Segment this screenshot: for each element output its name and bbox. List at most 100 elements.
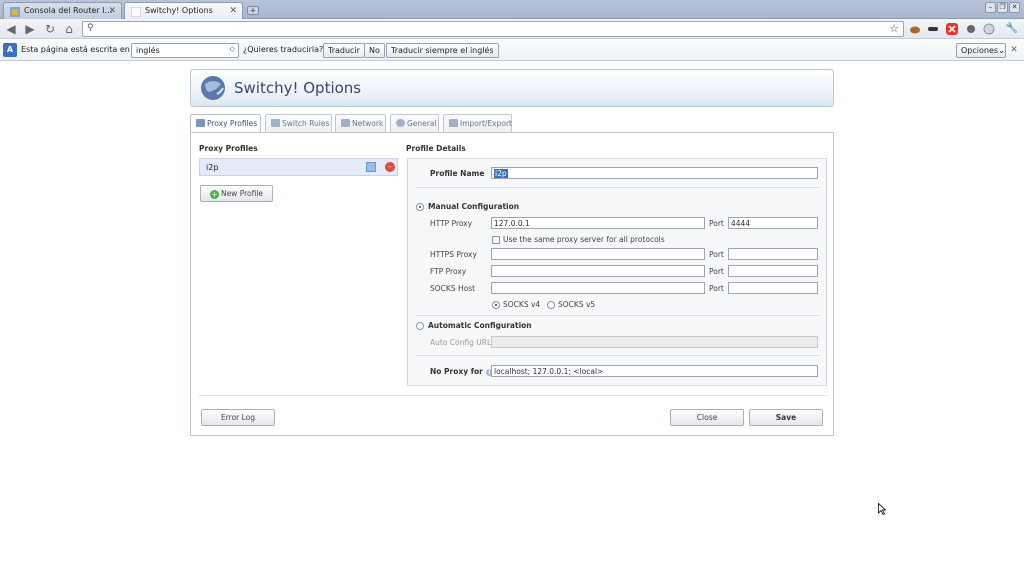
socks-port-input[interactable]: [728, 282, 818, 294]
gear-icon: [396, 119, 405, 127]
extension-x-icon[interactable]: [946, 23, 958, 35]
tab-switch-rules[interactable]: Switch Rules: [265, 114, 332, 133]
forward-arrow-icon[interactable]: ▶: [22, 21, 38, 37]
address-input[interactable]: [99, 23, 879, 35]
page-favicon-icon: [131, 7, 141, 17]
infobar-lead-text: Esta página está escrita en: [21, 45, 130, 54]
close-tab-icon[interactable]: ✕: [229, 6, 237, 16]
options-label: Opciones: [961, 46, 999, 55]
address-bar[interactable]: ⚲ ☆: [82, 21, 904, 37]
ftp-port-input[interactable]: [728, 265, 818, 277]
ftp-proxy-label: FTP Proxy: [430, 267, 467, 276]
same-proxy-checkbox[interactable]: [492, 236, 500, 244]
extension-cookie-icon[interactable]: [909, 23, 921, 35]
socks-host-input[interactable]: [491, 282, 705, 294]
extension-mask-icon[interactable]: [927, 23, 939, 35]
auto-config-radio[interactable]: [416, 322, 424, 330]
translate-button[interactable]: Traducir: [323, 43, 365, 58]
http-proxy-input[interactable]: 127.0.0.1: [491, 217, 705, 229]
same-proxy-label: Use the same proxy server for all protoc…: [503, 235, 665, 244]
profile-color-swatch[interactable]: [366, 162, 376, 172]
plus-icon: +: [209, 190, 219, 199]
minimize-icon[interactable]: –: [985, 2, 996, 13]
http-port-label: Port: [709, 219, 724, 228]
reload-icon[interactable]: ↻: [42, 21, 58, 37]
tab-general[interactable]: General: [390, 114, 439, 133]
always-translate-button[interactable]: Traducir siempre el inglés: [386, 43, 499, 58]
no-button[interactable]: No: [364, 43, 385, 58]
tab-import-export[interactable]: Import/Export: [443, 114, 512, 133]
socks-v4-label: SOCKS v4: [503, 300, 541, 309]
restore-icon[interactable]: ❐: [997, 2, 1008, 13]
browser-tab-router-console[interactable]: Consola del Router I… ✕: [3, 2, 122, 19]
ftp-proxy-input[interactable]: [491, 265, 705, 277]
window-controls: – ❐ ✕: [985, 2, 1020, 13]
socks-v4-radio[interactable]: [492, 301, 500, 309]
tab-label: Proxy Profiles: [207, 119, 258, 128]
import-export-icon: [449, 119, 458, 127]
http-proxy-label: HTTP Proxy: [430, 219, 473, 228]
browser-tabstrip: Consola del Router I… ✕ Switchy! Options…: [0, 0, 1024, 20]
tab-proxy-profiles[interactable]: Proxy Profiles: [190, 114, 261, 134]
close-tab-icon[interactable]: ✕: [108, 6, 116, 16]
no-proxy-label-text: No Proxy for: [430, 367, 483, 376]
divider: [416, 355, 820, 356]
home-icon[interactable]: ⌂: [61, 21, 77, 37]
socks-v5-radio[interactable]: [547, 301, 555, 309]
browser-tab-switchy-options[interactable]: Switchy! Options ✕: [124, 2, 243, 20]
profile-row-i2p[interactable]: i2p –: [199, 158, 398, 176]
tab-label: Switchy! Options: [145, 6, 213, 15]
profile-name-input[interactable]: i2p: [491, 167, 818, 179]
http-port-input[interactable]: 4444: [728, 217, 818, 229]
wrench-icon[interactable]: 🔧: [1004, 21, 1020, 37]
tab-label: Consola del Router I…: [24, 6, 113, 15]
auto-config-label: Automatic Configuration: [428, 321, 532, 330]
close-button[interactable]: Close: [670, 409, 744, 426]
tab-label: Import/Export: [460, 119, 512, 128]
extension-puzzle-icon[interactable]: [965, 23, 977, 35]
options-button[interactable]: Opciones⌄: [956, 43, 1006, 58]
tab-label: Switch Rules: [282, 119, 330, 128]
profile-name-value: i2p: [494, 169, 508, 178]
language-select[interactable]: inglés ◇: [131, 43, 239, 58]
socks-host-label: SOCKS Host: [430, 284, 476, 293]
https-proxy-label: HTTPS Proxy: [430, 250, 477, 259]
https-proxy-input[interactable]: [491, 248, 705, 260]
switchy-globe-icon[interactable]: [983, 23, 995, 35]
language-value: inglés: [136, 46, 160, 55]
auto-config-url-label: Auto Config URL: [430, 338, 492, 347]
footer-divider: [199, 395, 827, 396]
back-arrow-icon[interactable]: ◀: [3, 21, 19, 37]
new-tab-button[interactable]: +: [247, 6, 259, 15]
no-proxy-label: No Proxy for i: [430, 367, 493, 376]
options-panel: Proxy Profiles i2p – + New Profile Profil…: [190, 132, 834, 436]
infobar-question-text: ¿Quieres traducirla?: [243, 45, 324, 54]
page-title: Switchy! Options: [234, 79, 362, 97]
new-profile-button[interactable]: + New Profile: [200, 185, 273, 202]
profile-details-heading: Profile Details: [406, 144, 466, 153]
https-port-input[interactable]: [728, 248, 818, 260]
window-close-icon[interactable]: ✕: [1009, 2, 1020, 13]
infobar-close-icon[interactable]: ✕: [1006, 42, 1022, 58]
delete-profile-icon[interactable]: –: [385, 162, 395, 172]
translate-icon: A: [3, 43, 17, 57]
profile-name-label: Profile Name: [430, 169, 485, 178]
router-favicon-icon: [10, 7, 20, 17]
funnel-icon: [271, 119, 280, 127]
no-proxy-input[interactable]: localhost; 127.0.0.1; <local>: [491, 365, 818, 377]
tab-label: Network: [352, 119, 384, 128]
error-log-button[interactable]: Error Log: [201, 409, 275, 426]
proxy-profiles-icon: [196, 119, 205, 127]
divider: [416, 187, 820, 188]
manual-config-label: Manual Configuration: [428, 202, 520, 211]
bookmark-star-icon[interactable]: ☆: [889, 22, 899, 35]
tab-network[interactable]: Network: [335, 114, 386, 133]
save-button[interactable]: Save: [749, 409, 823, 426]
profile-name: i2p: [206, 163, 219, 172]
auto-config-url-input[interactable]: [491, 336, 818, 348]
search-icon: ⚲: [87, 23, 94, 33]
socks-v5-label: SOCKS v5: [558, 300, 596, 309]
switchy-logo-icon: [201, 76, 225, 100]
manual-config-radio[interactable]: [416, 203, 424, 211]
translate-infobar: A Esta página está escrita en inglés ◇ ¿…: [0, 40, 1024, 61]
